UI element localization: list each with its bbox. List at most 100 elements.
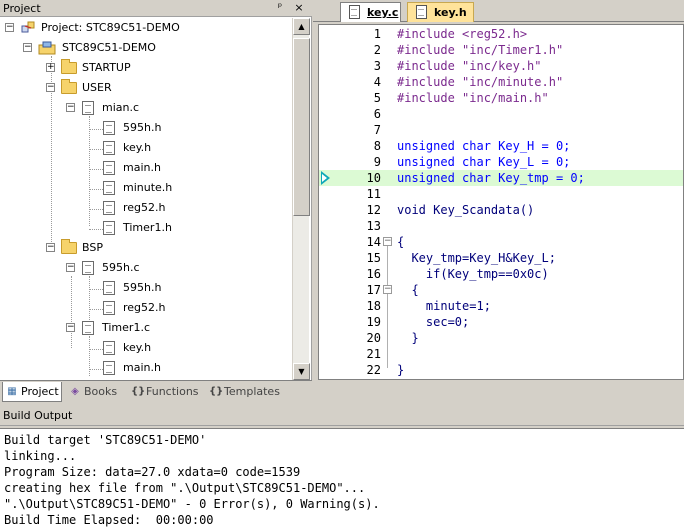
tree-label-dep: Timer1.h <box>123 221 172 234</box>
line-number: 2 <box>373 43 381 57</box>
code-editor[interactable]: − − 1 2 3 4 5 6 7 8 9 10 11 12 13 14 15 … <box>318 24 684 380</box>
build-output-line: Build Time Elapsed: 00:00:00 <box>4 513 214 527</box>
collapse-icon[interactable]: − <box>5 23 14 32</box>
tree-item-target[interactable]: − STC89C51-DEMO <box>0 38 292 58</box>
tree-label-startup: STARTUP <box>82 61 131 74</box>
project-panel-tabs: ▦ Project ◈ Books {} Functions {} Templa… <box>0 380 312 403</box>
code-line[interactable]: unsigned char Key_L = 0; <box>397 154 570 170</box>
tab-templates[interactable]: {} Templates <box>206 382 288 402</box>
tree-item-timer1-c[interactable]: − Timer1.c <box>0 318 292 338</box>
line-number: 17 <box>366 283 381 297</box>
tree-item-dep[interactable]: 595h.h <box>0 278 292 298</box>
document-icon <box>349 5 360 19</box>
tree-label-dep: 595h.h <box>123 121 162 134</box>
tree-item-dep[interactable]: key.h <box>0 338 292 358</box>
target-icon <box>38 41 56 55</box>
collapse-icon[interactable]: − <box>66 263 75 272</box>
code-line[interactable]: sec=0; <box>397 314 469 330</box>
scroll-up-icon[interactable]: ▲ <box>293 18 310 35</box>
collapse-icon[interactable]: − <box>23 43 32 52</box>
tree-item-mian-c[interactable]: − mian.c <box>0 98 292 118</box>
collapse-icon[interactable]: − <box>46 243 55 252</box>
tree-item-dep[interactable]: reg52.h <box>0 298 292 318</box>
code-line[interactable]: #include <reg52.h> <box>397 26 527 42</box>
code-line[interactable]: { <box>397 234 404 250</box>
code-line[interactable]: unsigned char Key_H = 0; <box>397 138 570 154</box>
close-icon[interactable]: × <box>292 1 306 15</box>
line-number: 5 <box>373 91 381 105</box>
code-line[interactable]: #include "inc/key.h" <box>397 58 542 74</box>
tree-label-target: STC89C51-DEMO <box>62 41 156 54</box>
tree-item-startup[interactable]: + STARTUP <box>0 58 292 78</box>
code-line[interactable]: unsigned char Key_tmp = 0; <box>397 170 585 186</box>
tree-scrollbar[interactable]: ▲ ▼ <box>292 18 310 380</box>
tab-label: Books <box>84 385 118 398</box>
code-line[interactable]: #include "inc/Timer1.h" <box>397 42 563 58</box>
tree-item-dep[interactable]: minute.h <box>0 178 292 198</box>
code-line[interactable]: } <box>397 362 404 378</box>
project-icon <box>21 21 35 33</box>
line-number: 10 <box>366 171 381 185</box>
folder-open-icon <box>61 79 77 94</box>
fold-collapse-icon[interactable]: − <box>383 285 392 294</box>
code-line[interactable]: minute=1; <box>397 298 491 314</box>
scroll-down-icon[interactable]: ▼ <box>293 363 310 380</box>
header-file-icon <box>103 341 115 355</box>
code-line[interactable]: #include "inc/minute.h" <box>397 74 563 90</box>
code-line[interactable]: Key_tmp=Key_H&Key_L; <box>397 250 556 266</box>
tree-label-dep: key.h <box>123 141 152 154</box>
pin-icon[interactable]: ᵖ <box>273 1 287 15</box>
header-file-icon <box>103 301 115 315</box>
fold-collapse-icon[interactable]: − <box>383 237 392 246</box>
tab-key-h[interactable]: key.h <box>407 2 474 22</box>
line-number: 14 <box>366 235 381 249</box>
templates-icon: {} <box>209 386 224 397</box>
build-output-text[interactable]: Build target 'STC89C51-DEMO' linking... … <box>0 428 684 531</box>
collapse-icon[interactable]: − <box>66 103 75 112</box>
editor-horizontal-scrollbar[interactable] <box>318 382 684 399</box>
tree-item-595h-c[interactable]: − 595h.c <box>0 258 292 278</box>
tab-project[interactable]: ▦ Project <box>2 382 62 402</box>
code-line[interactable]: } <box>397 330 418 346</box>
tree-item-dep[interactable]: Timer1.h <box>0 218 292 238</box>
header-file-icon <box>103 181 115 195</box>
line-number: 15 <box>366 251 381 265</box>
tree-item-dep[interactable]: reg52.h <box>0 198 292 218</box>
line-number: 22 <box>366 363 381 377</box>
code-line[interactable]: { <box>397 282 418 298</box>
collapse-icon[interactable]: − <box>66 323 75 332</box>
line-number: 20 <box>366 331 381 345</box>
project-panel-title: Project <box>3 2 41 15</box>
line-number: 1 <box>373 27 381 41</box>
c-file-icon <box>82 101 94 115</box>
tree-item-dep[interactable]: main.h <box>0 358 292 378</box>
tree-label-dep: reg52.h <box>123 201 166 214</box>
build-output-line: ".\Output\STC89C51-DEMO" - 0 Error(s), 0… <box>4 497 380 511</box>
functions-icon: {} <box>131 386 146 397</box>
tree-item-project[interactable]: − Project: STC89C51-DEMO <box>0 18 292 38</box>
tree-item-dep[interactable]: 595h.h <box>0 118 292 138</box>
tree-label-dep: main.h <box>123 361 161 374</box>
c-file-icon <box>82 321 94 335</box>
code-line[interactable]: if(Key_tmp==0x0c) <box>397 266 549 282</box>
line-number: 13 <box>366 219 381 233</box>
code-line[interactable]: #include "inc/main.h" <box>397 90 549 106</box>
tree-item-user[interactable]: − USER <box>0 78 292 98</box>
tree-item-dep[interactable]: key.h <box>0 138 292 158</box>
tab-label: key.c <box>367 6 399 19</box>
tree-label-user: USER <box>82 81 112 94</box>
header-file-icon <box>103 361 115 375</box>
expand-icon[interactable]: + <box>46 63 55 72</box>
scroll-thumb[interactable] <box>293 38 310 216</box>
tree-item-dep[interactable]: main.h <box>0 158 292 178</box>
tab-functions[interactable]: {} Functions <box>128 382 202 402</box>
line-number: 16 <box>366 267 381 281</box>
code-line[interactable]: void Key_Scandata() <box>397 202 534 218</box>
collapse-icon[interactable]: − <box>46 83 55 92</box>
tree-label-595h-c: 595h.c <box>102 261 140 274</box>
tab-books[interactable]: ◈ Books <box>66 382 124 402</box>
tree-item-bsp[interactable]: − BSP <box>0 238 292 258</box>
line-number: 12 <box>366 203 381 217</box>
tab-key-c[interactable]: key.c <box>340 2 401 22</box>
header-file-icon <box>103 281 115 295</box>
